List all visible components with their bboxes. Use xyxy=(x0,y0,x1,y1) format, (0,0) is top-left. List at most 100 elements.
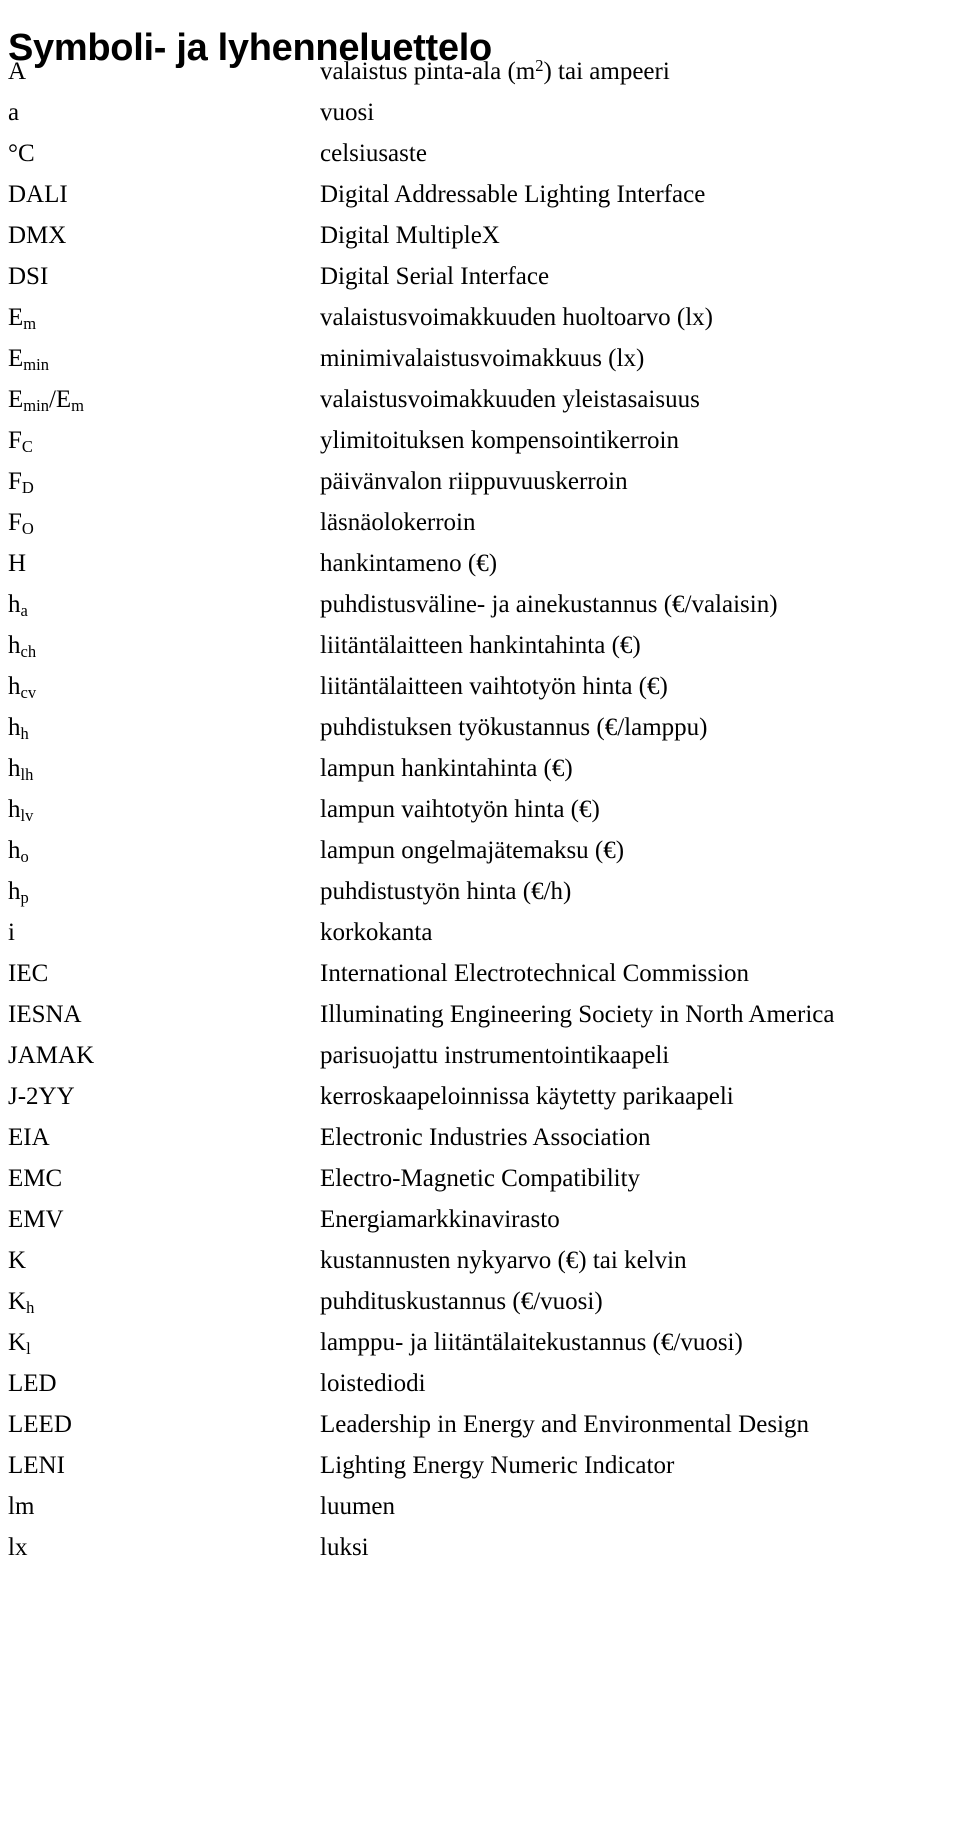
glossary-row: i korkokanta xyxy=(0,917,960,958)
glossary-symbol: LENI xyxy=(8,1452,65,1479)
glossary-definition: Digital Addressable Lighting Interface xyxy=(320,181,706,208)
glossary-definition: lampun ongelmajätemaksu (€) xyxy=(320,837,625,864)
glossary-row: EIA Electronic Industries Association xyxy=(0,1122,960,1163)
glossary-row: IESNA Illuminating Engineering Society in… xyxy=(0,999,960,1040)
glossary-row: DSI Digital Serial Interface xyxy=(0,261,960,302)
glossary-definition: liitäntälaitteen vaihtotyön hinta (€) xyxy=(320,673,668,700)
glossary-definition: lampun vaihtotyön hinta (€) xyxy=(320,796,600,823)
document-page: Symboli- ja lyhenneluettelo Avalaistus p… xyxy=(0,0,960,1831)
glossary-row: J-2YY kerroskaapeloinnissa käytetty parik… xyxy=(0,1081,960,1122)
glossary-definition: Electronic Industries Association xyxy=(320,1124,651,1151)
glossary-row: ha puhdistusväline- ja ainekustannus (€/v… xyxy=(0,589,960,630)
glossary-definition: vuosi xyxy=(320,99,375,126)
glossary-symbol: Emin/Em xyxy=(8,386,85,416)
glossary-row: hlv lampun vaihtotyön hinta (€) xyxy=(0,794,960,835)
glossary-definition: läsnäolokerroin xyxy=(320,509,476,536)
glossary-symbol: FC xyxy=(8,427,33,457)
glossary-symbol: IESNA xyxy=(8,1001,82,1028)
glossary-symbol: IEC xyxy=(8,960,49,987)
glossary-symbol: ho xyxy=(8,837,29,867)
glossary-row: hlh lampun hankintahinta (€) xyxy=(0,753,960,794)
glossary-row: lx luksi xyxy=(0,1532,960,1573)
glossary-row: EMC Electro-Magnetic Compatibility xyxy=(0,1163,960,1204)
glossary-symbol: EMV xyxy=(8,1206,64,1233)
glossary-definition: puhdituskustannus (€/vuosi) xyxy=(320,1288,603,1315)
glossary-row: °C celsiusaste xyxy=(0,138,960,179)
glossary-symbol: JAMAK xyxy=(8,1042,95,1069)
glossary-symbol: Em xyxy=(8,304,37,334)
glossary-symbol: J-2YY xyxy=(8,1083,75,1110)
glossary-definition: lampun hankintahinta (€) xyxy=(320,755,573,782)
glossary-symbol: LED xyxy=(8,1370,57,1397)
glossary-symbol: hh xyxy=(8,714,29,744)
glossary-symbol: A xyxy=(8,58,27,85)
glossary-symbol: Emin xyxy=(8,345,49,375)
glossary-symbol: hcv xyxy=(8,673,37,703)
glossary-symbol: ha xyxy=(8,591,28,621)
glossary-definition: Electro-Magnetic Compatibility xyxy=(320,1165,641,1192)
glossary-row: Kkustannusten nykyarvo (€) tai kelvin xyxy=(0,1245,960,1286)
glossary-symbol: hch xyxy=(8,632,37,662)
glossary-row: hp puhdistustyön hinta (€/h) xyxy=(0,876,960,917)
glossary-row: FD päivänvalon riippuvuuskerroin xyxy=(0,466,960,507)
glossary-definition: korkokanta xyxy=(320,919,433,946)
glossary-symbol: Kh xyxy=(8,1288,35,1318)
glossary-row: Avalaistus pinta-ala (m2) tai ampeeri xyxy=(0,56,960,97)
glossary-definition: luksi xyxy=(320,1534,369,1561)
glossary-row: lm luumen xyxy=(0,1491,960,1532)
glossary-symbol: LEED xyxy=(8,1411,72,1438)
glossary-row: EMV Energiamarkkinavirasto xyxy=(0,1204,960,1245)
glossary-symbol: i xyxy=(8,919,15,946)
glossary-definition: luumen xyxy=(320,1493,395,1520)
glossary-row: Kh puhdituskustannus (€/vuosi) xyxy=(0,1286,960,1327)
glossary-symbol: DSI xyxy=(8,263,49,290)
glossary-symbol: K xyxy=(8,1247,27,1274)
glossary-row: hh puhdistuksen työkustannus (€/lamppu) xyxy=(0,712,960,753)
glossary-symbol: DALI xyxy=(8,181,68,208)
glossary-definition: lamppu- ja liitäntälaitekustannus (€/vuo… xyxy=(320,1329,743,1356)
glossary-definition: kerroskaapeloinnissa käytetty parikaapel… xyxy=(320,1083,734,1110)
glossary-row: Kl lamppu- ja liitäntälaitekustannus (€/v… xyxy=(0,1327,960,1368)
glossary-definition: valaistusvoimakkuuden huoltoarvo (lx) xyxy=(320,304,713,331)
glossary-row: FO läsnäolokerroin xyxy=(0,507,960,548)
glossary-symbol: EIA xyxy=(8,1124,50,1151)
glossary-definition: hankintameno (€) xyxy=(320,550,498,577)
glossary-symbol: FD xyxy=(8,468,34,498)
glossary-definition: valaistusvoimakkuuden yleistasaisuus xyxy=(320,386,700,413)
glossary-definition: minimivalaistusvoimakkuus (lx) xyxy=(320,345,645,372)
glossary-row: IEC International Electrotechnical Commis… xyxy=(0,958,960,999)
glossary-row: Hhankintameno (€) xyxy=(0,548,960,589)
glossary-row: hcv liitäntälaitteen vaihtotyön hinta (€) xyxy=(0,671,960,712)
glossary-definition: puhdistusväline- ja ainekustannus (€/val… xyxy=(320,591,778,618)
glossary-definition: Lighting Energy Numeric Indicator xyxy=(320,1452,675,1479)
glossary-row: FC ylimitoituksen kompensointikerroin xyxy=(0,425,960,466)
glossary-symbol: °C xyxy=(8,140,35,167)
glossary-row: DMX Digital MultipleX xyxy=(0,220,960,261)
glossary-symbol: EMC xyxy=(8,1165,63,1192)
glossary-definition: Illuminating Engineering Society in Nort… xyxy=(320,1001,835,1028)
glossary-symbol: DMX xyxy=(8,222,67,249)
glossary-definition: celsiusaste xyxy=(320,140,427,167)
glossary-row: a vuosi xyxy=(0,97,960,138)
glossary-symbol: lx xyxy=(8,1534,28,1561)
glossary-symbol: H xyxy=(8,550,27,577)
glossary-row: ho lampun ongelmajätemaksu (€) xyxy=(0,835,960,876)
glossary-definition: Leadership in Energy and Environmental D… xyxy=(320,1411,809,1438)
glossary-definition: Digital Serial Interface xyxy=(320,263,550,290)
glossary-symbol: a xyxy=(8,99,20,126)
glossary-row: Em valaistusvoimakkuuden huoltoarvo (lx) xyxy=(0,302,960,343)
glossary-definition: puhdistustyön hinta (€/h) xyxy=(320,878,572,905)
glossary-definition: Energiamarkkinavirasto xyxy=(320,1206,560,1233)
glossary-row: LEED Leadership in Energy and Environment… xyxy=(0,1409,960,1450)
glossary-definition: puhdistuksen työkustannus (€/lamppu) xyxy=(320,714,708,741)
glossary-symbol: lm xyxy=(8,1493,35,1520)
glossary-row: DALI Digital Addressable Lighting Interfa… xyxy=(0,179,960,220)
glossary-row: JAMAK parisuojattu instrumentointikaapeli xyxy=(0,1040,960,1081)
glossary-row: LENI Lighting Energy Numeric Indicator xyxy=(0,1450,960,1491)
glossary-definition: päivänvalon riippuvuuskerroin xyxy=(320,468,628,495)
glossary-definition: parisuojattu instrumentointikaapeli xyxy=(320,1042,670,1069)
glossary-definition: valaistus pinta-ala (m2) tai ampeeri xyxy=(320,56,670,85)
glossary-symbol: hlv xyxy=(8,796,34,826)
glossary-row: hch liitäntälaitteen hankintahinta (€) xyxy=(0,630,960,671)
glossary-symbol: Kl xyxy=(8,1329,31,1359)
